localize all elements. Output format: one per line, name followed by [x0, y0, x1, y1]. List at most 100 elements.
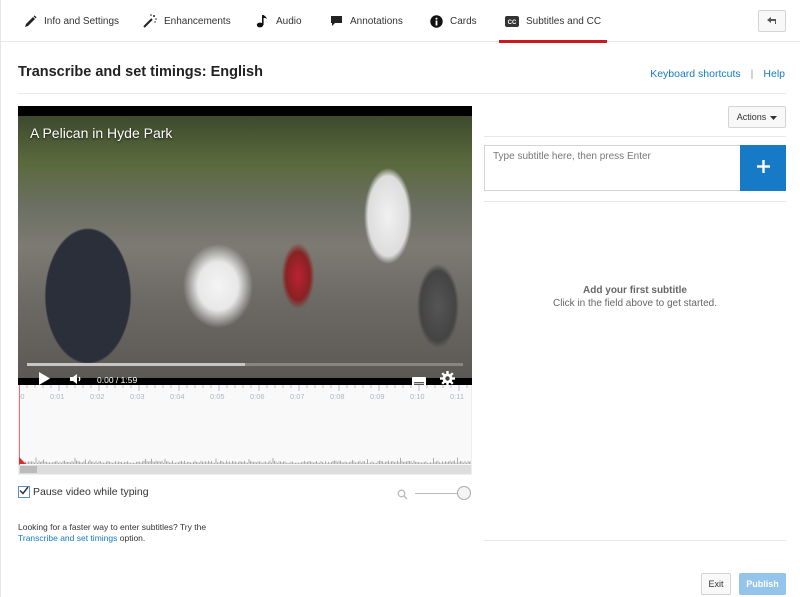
- keyboard-shortcuts-link[interactable]: Keyboard shortcuts: [650, 68, 740, 80]
- video-frame[interactable]: A Pelican in Hyde Park 0:00 / 1:59: [18, 116, 472, 385]
- waveform-bar: [443, 462, 445, 464]
- waveform-bar: [242, 461, 244, 464]
- exit-button[interactable]: Exit: [701, 573, 731, 595]
- waveform-bar: [277, 462, 278, 464]
- waveform-bar: [410, 461, 412, 464]
- waveform-bar: [425, 461, 427, 464]
- waveform-bar: [32, 461, 34, 464]
- zoom-slider-knob[interactable]: [457, 486, 471, 500]
- waveform-bar: [463, 462, 464, 464]
- waveform-bar: [160, 461, 161, 464]
- info-circle-icon: [429, 14, 443, 28]
- waveform-bar: [391, 461, 392, 464]
- waveform-bar: [352, 459, 353, 464]
- waveform-bar: [65, 461, 67, 464]
- play-button[interactable]: [38, 372, 50, 385]
- tab-label: Subtitles and CC: [526, 15, 602, 27]
- waveform-bar: [442, 461, 443, 464]
- tab-audio[interactable]: Audio: [255, 0, 302, 42]
- speech-bubble-icon: [329, 14, 343, 28]
- captions-button[interactable]: [412, 374, 426, 385]
- waveform-bar: [287, 462, 289, 464]
- waveform-bar: [46, 461, 47, 464]
- tab-enhancements[interactable]: Enhancements: [143, 0, 231, 42]
- waveform-bar: [62, 461, 64, 464]
- magic-wand-icon: [143, 14, 157, 28]
- waveform-bar: [118, 461, 119, 464]
- timeline-scrollbar-thumb[interactable]: [20, 466, 37, 473]
- waveform-bar: [412, 462, 413, 464]
- timeline-tick-label: 0:03: [130, 392, 145, 401]
- timeline-scrollbar[interactable]: [19, 465, 471, 474]
- waveform-bar: [185, 462, 187, 464]
- waveform-bar: [137, 461, 139, 464]
- actions-dropdown[interactable]: Actions: [728, 106, 786, 128]
- subtitle-input[interactable]: [484, 145, 740, 191]
- pause-while-typing-checkbox[interactable]: [18, 486, 30, 498]
- tab-annotations[interactable]: Annotations: [329, 0, 403, 42]
- waveform-bar: [28, 461, 29, 464]
- waveform-bar: [424, 462, 425, 464]
- waveform-bar: [469, 461, 470, 464]
- waveform-bar: [404, 461, 406, 464]
- waveform-bar: [133, 462, 134, 464]
- back-button[interactable]: [758, 10, 786, 32]
- playhead[interactable]: [19, 385, 20, 465]
- waveform-bar: [302, 461, 304, 464]
- help-link[interactable]: Help: [763, 68, 785, 80]
- waveform-bar: [320, 461, 322, 464]
- waveform-bar: [247, 462, 248, 464]
- tab-cards[interactable]: Cards: [429, 0, 477, 42]
- waveform-bar: [460, 461, 461, 464]
- zoom-slider-track[interactable]: [415, 493, 463, 494]
- volume-button[interactable]: [70, 372, 82, 385]
- waveform-bar: [364, 461, 365, 464]
- transcribe-and-set-timings-link[interactable]: Transcribe and set timings: [18, 533, 117, 543]
- waveform-bar: [64, 460, 65, 464]
- caret-down-icon: [770, 112, 778, 122]
- waveform-bar: [383, 462, 385, 464]
- waveform-bar: [61, 462, 62, 464]
- waveform-bar: [91, 461, 92, 464]
- subtitle-timeline[interactable]: 0:000:010:020:030:040:050:060:070:080:09…: [18, 385, 472, 475]
- waveform-bar: [398, 462, 400, 464]
- pause-while-typing-option[interactable]: Pause video while typing: [18, 486, 149, 498]
- waveform-bar: [136, 461, 137, 464]
- waveform-bar: [470, 461, 471, 464]
- waveform-bar: [196, 461, 197, 464]
- waveform-bar: [269, 460, 271, 464]
- waveform-bar: [49, 462, 50, 464]
- waveform-bar: [280, 461, 281, 464]
- waveform-bar: [406, 461, 407, 464]
- waveform-bar: [67, 461, 68, 464]
- actions-label: Actions: [736, 112, 767, 122]
- add-subtitle-button[interactable]: [740, 145, 786, 191]
- video-buffered-bar: [27, 363, 245, 366]
- playhead-marker[interactable]: [19, 457, 26, 464]
- tab-info-and-settings[interactable]: Info and Settings: [23, 0, 119, 42]
- waveform-bar: [259, 461, 260, 464]
- tab-label: Cards: [450, 15, 477, 27]
- video-player[interactable]: A Pelican in Hyde Park 0:00 / 1:59: [18, 106, 472, 385]
- waveform-bar: [379, 460, 380, 464]
- waveform-bar: [418, 462, 419, 464]
- waveform-bar: [341, 462, 343, 464]
- waveform-bar: [467, 460, 469, 464]
- waveform-bar: [158, 461, 160, 464]
- waveform-bar: [257, 461, 259, 464]
- waveform-bar: [448, 461, 449, 464]
- publish-button[interactable]: Publish: [739, 573, 786, 595]
- waveform-bar: [290, 461, 292, 464]
- timeline-ticks: [19, 385, 468, 391]
- waveform-bar: [203, 462, 205, 464]
- waveform-bar: [70, 462, 71, 464]
- settings-button[interactable]: [440, 371, 455, 385]
- waveform-bar: [362, 461, 364, 464]
- waveform-bar: [43, 459, 44, 464]
- waveform-bar: [401, 461, 403, 464]
- video-progress-bar[interactable]: [27, 363, 463, 366]
- waveform-bar: [293, 462, 295, 464]
- video-time: 0:00 / 1:59: [97, 375, 138, 385]
- waveform-bar: [343, 462, 344, 464]
- tab-subtitles-and-cc[interactable]: CC Subtitles and CC: [498, 0, 608, 43]
